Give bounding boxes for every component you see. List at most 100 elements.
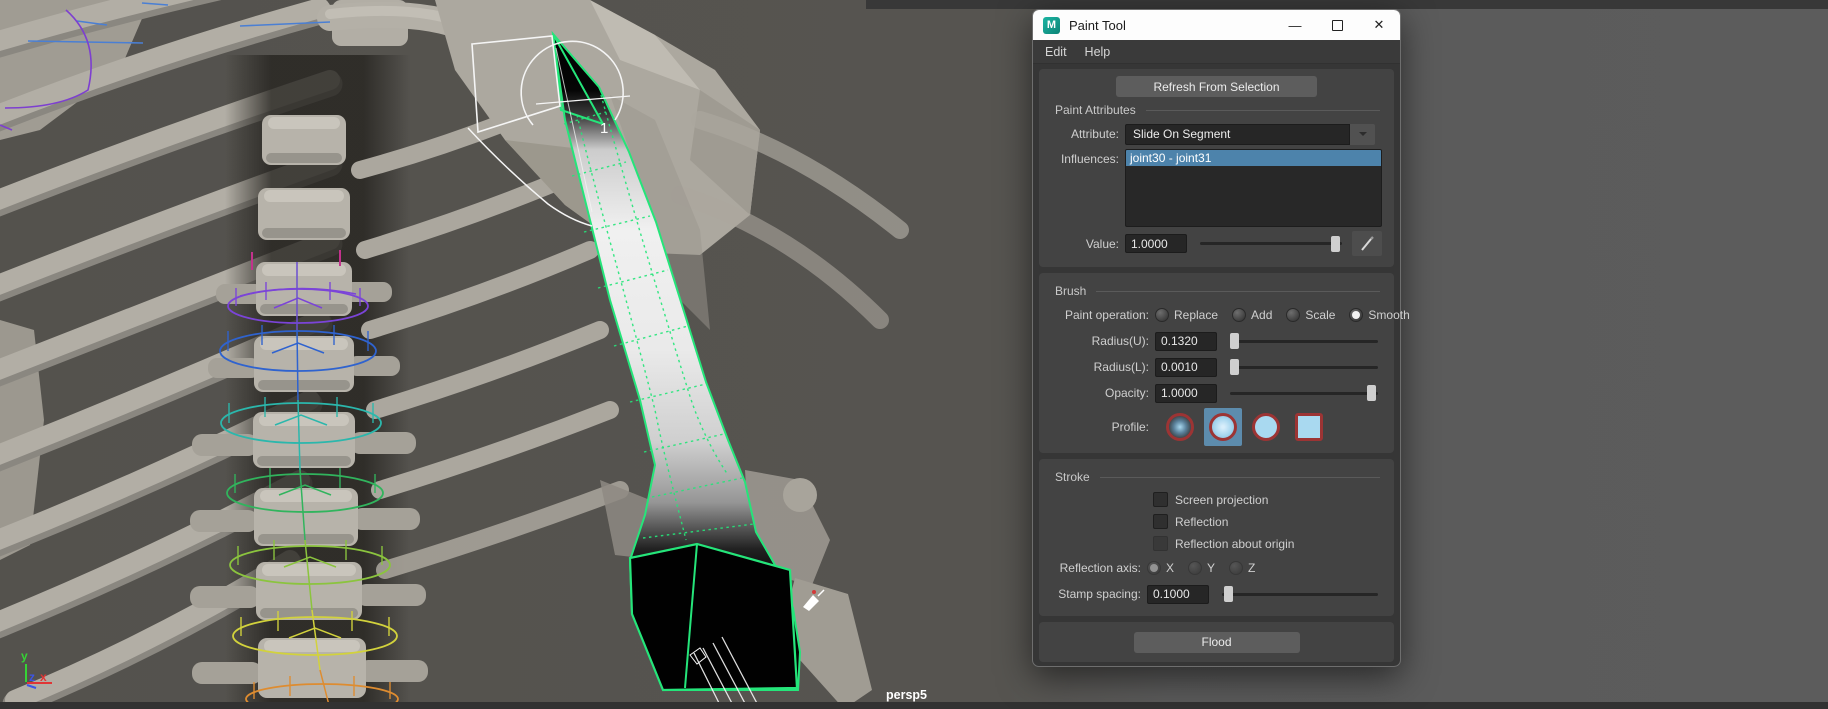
axis-x-option: X (1147, 561, 1174, 575)
paint-attributes-panel: Refresh From Selection Paint Attributes … (1039, 69, 1394, 267)
paint-operation-add: Add (1232, 308, 1272, 322)
influences-label: Influences: (1043, 149, 1125, 166)
reflection-axis-label: Reflection axis: (1043, 561, 1147, 575)
maya-icon: M (1043, 17, 1060, 34)
radio-axis-z-label: Z (1248, 561, 1255, 575)
opacity-slider[interactable] (1230, 385, 1378, 401)
profile-row: Profile: (1043, 408, 1382, 446)
slider-handle[interactable] (1331, 236, 1340, 252)
paint-operation-row: Paint operation: Replace Add Scale Smoot… (1043, 304, 1382, 326)
radius-u-label: Radius(U): (1043, 334, 1155, 348)
radio-axis-z (1229, 561, 1243, 575)
stamp-spacing-label: Stamp spacing: (1043, 587, 1147, 601)
soft-brush-icon (1209, 413, 1237, 441)
chevron-down-icon[interactable] (1350, 124, 1375, 145)
reflection-label: Reflection (1175, 515, 1228, 529)
menubar: Edit Help (1033, 40, 1400, 64)
square-brush-icon (1295, 413, 1323, 441)
slider-track[interactable] (1200, 242, 1342, 245)
close-button[interactable]: ✕ (1358, 10, 1400, 40)
maya-screen: .rib{fill:none;stroke:#b2aea5;stroke-wid… (0, 0, 1828, 709)
slider-track[interactable] (1230, 340, 1378, 343)
radio-add[interactable] (1232, 308, 1246, 322)
radius-l-slider[interactable] (1230, 359, 1378, 375)
radius-u-input[interactable] (1155, 332, 1217, 351)
titlebar[interactable]: M Paint Tool — ✕ (1033, 10, 1400, 40)
radius-l-label: Radius(L): (1043, 360, 1155, 374)
bottom-edge-strip (0, 702, 1828, 709)
stamp-spacing-input[interactable] (1147, 585, 1209, 604)
maximize-icon (1332, 20, 1343, 31)
slider-handle[interactable] (1230, 333, 1239, 349)
radio-axis-y (1188, 561, 1202, 575)
window-controls: — ✕ (1274, 10, 1400, 40)
pencil-icon (1358, 235, 1376, 253)
profile-gaussian-button[interactable] (1161, 408, 1199, 446)
screen-projection-row: Screen projection (1153, 490, 1382, 509)
stamp-spacing-row: Stamp spacing: (1043, 583, 1382, 605)
menu-help[interactable]: Help (1085, 45, 1111, 59)
opacity-input[interactable] (1155, 384, 1217, 403)
slider-track[interactable] (1222, 593, 1378, 596)
radius-u-row: Radius(U): (1043, 330, 1382, 352)
stamp-spacing-slider[interactable] (1222, 586, 1378, 602)
slider-handle[interactable] (1224, 586, 1233, 602)
value-row: Value: (1043, 231, 1382, 256)
influences-row: Influences: joint30 - joint31 (1043, 149, 1382, 227)
value-input[interactable] (1125, 234, 1187, 253)
reflection-about-origin-row: Reflection about origin (1153, 534, 1382, 553)
reflection-about-origin-label: Reflection about origin (1175, 537, 1294, 551)
menu-edit[interactable]: Edit (1045, 45, 1067, 59)
paint-attributes-header: Paint Attributes (1055, 103, 1380, 117)
radio-scale[interactable] (1286, 308, 1300, 322)
camera-label: persp5 (886, 688, 927, 702)
axis-x-label: x (40, 670, 47, 684)
reflection-row: Reflection (1153, 512, 1382, 531)
paint-operation-smooth: Smooth (1349, 308, 1409, 322)
radio-add-label: Add (1251, 308, 1272, 322)
flood-button[interactable]: Flood (1134, 632, 1300, 653)
radius-l-input[interactable] (1155, 358, 1217, 377)
value-label: Value: (1043, 237, 1125, 251)
radius-u-slider[interactable] (1230, 333, 1378, 349)
profile-tiles (1161, 408, 1328, 446)
pencil-button[interactable] (1352, 231, 1382, 256)
opacity-label: Opacity: (1043, 386, 1155, 400)
profile-solid-button[interactable] (1247, 408, 1285, 446)
paint-operation-scale: Scale (1286, 308, 1335, 322)
minimize-button[interactable]: — (1274, 10, 1316, 40)
slider-track[interactable] (1230, 366, 1378, 369)
reflection-checkbox[interactable] (1153, 514, 1168, 529)
viewport[interactable]: .rib{fill:none;stroke:#b2aea5;stroke-wid… (0, 0, 1828, 709)
radio-axis-x (1147, 561, 1161, 575)
window-content: Refresh From Selection Paint Attributes … (1033, 64, 1400, 668)
slider-handle[interactable] (1230, 359, 1239, 375)
brush-header-label: Brush (1055, 284, 1086, 298)
axis-z-label: z (29, 670, 35, 684)
attribute-label: Attribute: (1043, 127, 1125, 141)
top-edge-strip (866, 0, 1828, 9)
radio-smooth[interactable] (1349, 308, 1363, 322)
radius-l-row: Radius(L): (1043, 356, 1382, 378)
axis-y-option: Y (1188, 561, 1215, 575)
slider-track[interactable] (1230, 392, 1378, 395)
refresh-from-selection-button[interactable]: Refresh From Selection (1116, 76, 1317, 97)
radio-replace-label: Replace (1174, 308, 1218, 322)
stroke-header: Stroke (1055, 470, 1380, 484)
reflection-about-origin-checkbox (1153, 536, 1168, 551)
value-slider[interactable] (1200, 236, 1342, 252)
axis-z-option: Z (1229, 561, 1255, 575)
radio-replace[interactable] (1155, 308, 1169, 322)
screen-projection-checkbox[interactable] (1153, 492, 1168, 507)
slider-handle[interactable] (1367, 385, 1376, 401)
list-item[interactable]: joint30 - joint31 (1126, 150, 1381, 166)
maximize-button[interactable] (1316, 10, 1358, 40)
influences-list[interactable]: joint30 - joint31 (1125, 149, 1382, 227)
attribute-dropdown-value: Slide On Segment (1125, 124, 1350, 145)
profile-soft-button[interactable] (1204, 408, 1242, 446)
profile-square-button[interactable] (1290, 408, 1328, 446)
paint-tool-window: M Paint Tool — ✕ Edit Help Refresh From … (1032, 9, 1401, 667)
attribute-dropdown[interactable]: Slide On Segment (1125, 124, 1375, 145)
flood-panel: Flood (1039, 622, 1394, 662)
close-icon: ✕ (1374, 17, 1385, 33)
